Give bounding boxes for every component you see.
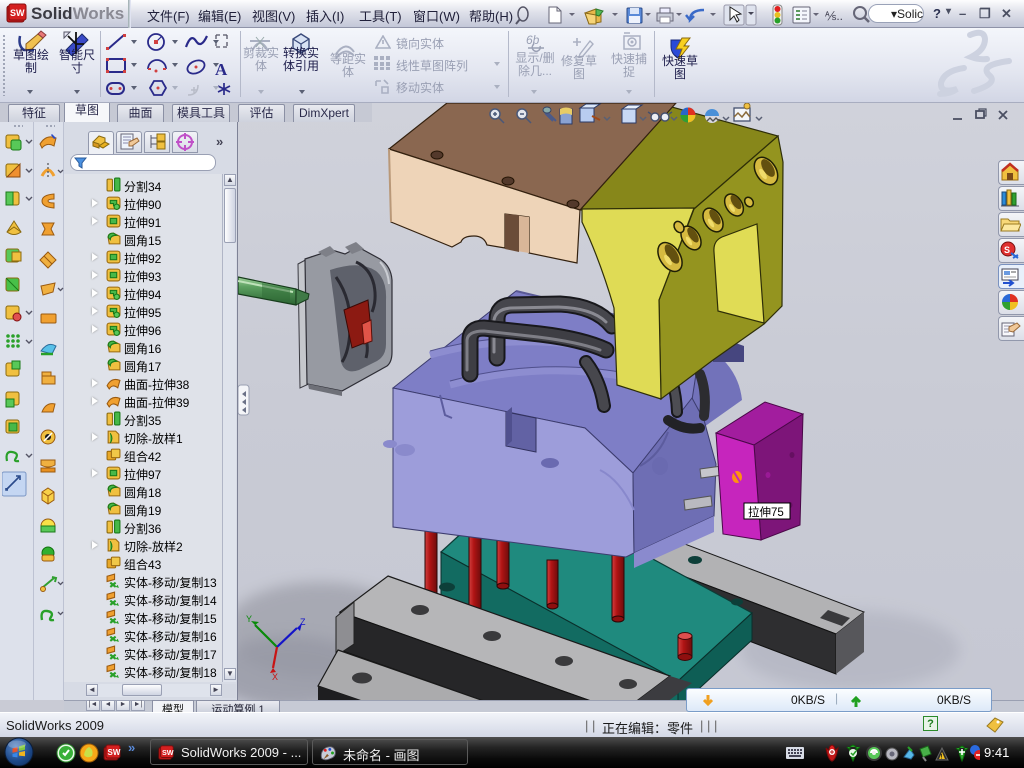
svg-text:SW: SW — [162, 748, 174, 757]
svg-text:⅍..: ⅍.. — [825, 9, 843, 23]
svg-text:S: S — [1004, 245, 1010, 255]
svg-text:!: ! — [941, 755, 943, 761]
svg-text:SW: SW — [10, 8, 25, 18]
svg-text:SW: SW — [108, 748, 121, 757]
svg-text:Z: Z — [300, 617, 306, 627]
svg-text:Y: Y — [246, 614, 252, 624]
svg-text:X: X — [272, 672, 278, 682]
svg-text:拉伸75: 拉伸75 — [748, 505, 784, 519]
